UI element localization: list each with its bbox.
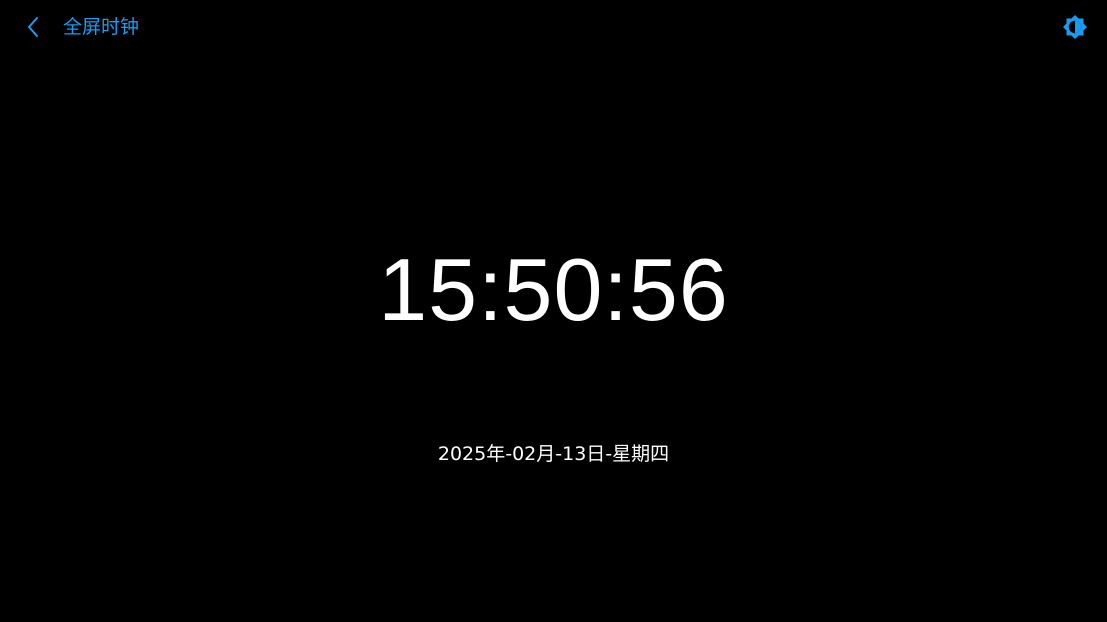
brightness-button[interactable] [1061,13,1089,41]
chevron-left-icon [28,17,38,37]
back-button[interactable] [18,12,48,42]
page-title: 全屏时钟 [63,16,140,38]
top-bar: 全屏时钟 [0,0,1107,54]
brightness-icon [1063,15,1087,39]
clock-time: 15:50:56 [378,240,729,339]
clock-date: 2025年-02月-13日-星期四 [437,443,670,465]
